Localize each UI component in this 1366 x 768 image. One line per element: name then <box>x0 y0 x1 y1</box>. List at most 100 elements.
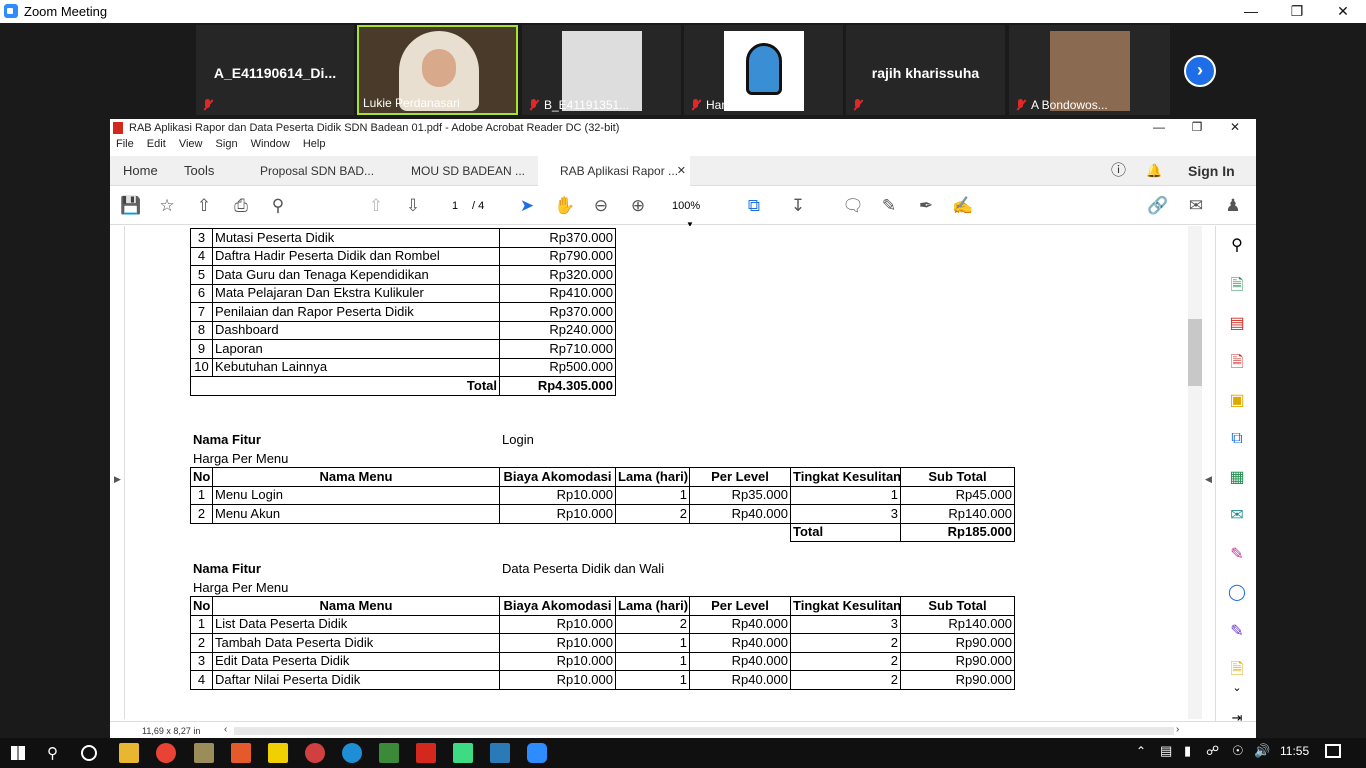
export-pdf-icon[interactable]: 🗎 <box>1227 276 1247 296</box>
upload-icon[interactable]: ⇧ <box>193 195 215 217</box>
horizontal-scrollbar[interactable] <box>234 727 1174 735</box>
sign-in-button[interactable]: Sign In <box>1188 156 1235 186</box>
select-cursor-icon[interactable]: ➤ <box>516 195 538 217</box>
comment-icon[interactable]: 🗨 <box>842 195 864 217</box>
clock[interactable]: 11:55 <box>1280 744 1309 758</box>
empty-cell <box>190 522 791 542</box>
app-icon[interactable] <box>231 743 251 763</box>
plug-icon[interactable]: ☍ <box>1206 743 1219 759</box>
app-icon[interactable] <box>379 743 399 763</box>
wifi-icon[interactable]: ☉ <box>1232 743 1244 759</box>
menu-sign[interactable]: Sign <box>216 138 238 150</box>
send-for-review-icon[interactable]: ✉ <box>1227 506 1247 526</box>
chevron-up-icon[interactable]: ⌃ <box>1136 744 1146 758</box>
scrollbar-thumb[interactable] <box>1188 319 1202 386</box>
sign-icon[interactable]: ✍ <box>952 195 974 217</box>
doc-tab[interactable]: Proposal SDN BAD... <box>238 156 388 186</box>
left-panel-toggle-icon[interactable]: ▶ <box>114 474 121 485</box>
menu-help[interactable]: Help <box>303 138 326 150</box>
acrobat-icon[interactable] <box>416 743 436 763</box>
scroll-mode-icon[interactable]: ↧ <box>787 195 809 217</box>
participant-tile[interactable]: rajih kharissuha <box>846 25 1005 115</box>
search-icon[interactable]: ⚲ <box>47 744 58 762</box>
page-number-input[interactable]: 1 <box>440 197 470 215</box>
notification-icon[interactable] <box>1325 744 1341 758</box>
more-tools-icon[interactable]: 🗎 <box>1227 660 1247 680</box>
zoom-search-icon[interactable]: ⚲ <box>1227 236 1247 256</box>
edit-pdf-icon[interactable]: ▦ <box>1227 468 1247 488</box>
android-studio-icon[interactable] <box>453 743 473 763</box>
zoom-out-icon[interactable]: ⊖ <box>590 195 612 217</box>
menu-window[interactable]: Window <box>251 138 290 150</box>
search-icon[interactable]: ⚲ <box>267 195 289 217</box>
fill-sign-icon[interactable]: ✎ <box>1227 545 1247 565</box>
prev-page-icon[interactable]: ⇧ <box>365 195 387 217</box>
doc-tab[interactable]: MOU SD BADEAN ... <box>389 156 539 186</box>
participant-tile-active[interactable]: Lukie Perdanasari <box>357 25 518 115</box>
close-icon[interactable]: ✕ <box>1216 119 1254 137</box>
participant-tile[interactable]: A_E41190614_Di... <box>196 25 354 115</box>
zoom-level-select[interactable]: 100% ▼ <box>672 197 722 229</box>
app-icon[interactable] <box>194 743 214 763</box>
cell: List Data Peserta Didik <box>212 614 500 634</box>
menu-view[interactable]: View <box>179 138 203 150</box>
chevron-down-icon[interactable]: ⌄ <box>1227 678 1247 698</box>
chrome-icon[interactable] <box>156 743 176 763</box>
next-page-button[interactable]: › <box>1184 55 1216 87</box>
file-explorer-icon[interactable] <box>119 743 139 763</box>
table-row: 1 List Data Peserta Didik Rp10.000 2 Rp40.00… <box>190 614 1015 634</box>
windows-start-icon[interactable] <box>11 746 25 760</box>
minimize-icon[interactable]: — <box>1140 119 1178 137</box>
volume-icon[interactable]: 🔊 <box>1254 743 1270 759</box>
draw-icon[interactable]: ✒ <box>915 195 937 217</box>
next-page-icon[interactable]: ⇩ <box>402 195 424 217</box>
close-icon[interactable]: ✕ <box>1320 0 1366 23</box>
scroll-left-icon[interactable]: ‹ <box>224 724 227 735</box>
comment-tool-icon[interactable]: ▣ <box>1227 391 1247 411</box>
tab-tools[interactable]: Tools <box>184 156 214 186</box>
participant-tile[interactable]: B_E41191351... <box>522 25 681 115</box>
right-panel-toggle-icon[interactable]: ◀ <box>1205 474 1212 485</box>
restore-icon[interactable]: ❐ <box>1274 0 1320 23</box>
scroll-right-icon[interactable]: › <box>1176 724 1179 735</box>
tab-home[interactable]: Home <box>123 156 158 186</box>
close-tab-icon[interactable]: ✕ <box>677 156 686 186</box>
edge-icon[interactable] <box>342 743 362 763</box>
app-icon[interactable] <box>305 743 325 763</box>
menu-edit[interactable]: Edit <box>147 138 166 150</box>
minimize-icon[interactable]: — <box>1228 0 1274 23</box>
menu-file[interactable]: File <box>116 138 134 150</box>
mail-icon[interactable]: ✉ <box>1185 195 1207 217</box>
highlight-icon[interactable]: ✎ <box>878 195 900 217</box>
create-pdf-icon[interactable]: 🗎 <box>1227 353 1247 373</box>
star-icon[interactable]: ☆ <box>156 195 178 217</box>
organize-pages-icon[interactable]: ▤ <box>1227 314 1247 334</box>
help-icon[interactable]: ⓘ <box>1111 156 1126 186</box>
participant-tile[interactable]: A Bondowos... <box>1009 25 1170 115</box>
restore-icon[interactable]: ❐ <box>1178 119 1216 137</box>
app-icon[interactable] <box>490 743 510 763</box>
combine-files-icon[interactable]: ⧉ <box>1227 429 1247 449</box>
battery-icon[interactable]: ▮ <box>1184 743 1191 759</box>
doc-tab-active[interactable]: RAB Aplikasi Rapor ... ✕ <box>538 156 690 186</box>
zoom-in-icon[interactable]: ⊕ <box>627 195 649 217</box>
bell-icon[interactable]: 🔔 <box>1146 156 1162 186</box>
task-view-icon[interactable] <box>81 745 97 761</box>
fit-page-icon[interactable]: ⧉ <box>743 195 765 217</box>
app-icon[interactable] <box>268 743 288 763</box>
link-icon[interactable]: 🔗 <box>1147 195 1169 217</box>
participant-face <box>422 49 456 87</box>
save-icon[interactable]: 💾 <box>120 195 142 217</box>
participant-tile[interactable]: Hanif Satrio ... <box>684 25 843 115</box>
zoom-taskbar-icon[interactable] <box>527 743 547 763</box>
request-signature-icon[interactable]: ✎ <box>1227 622 1247 642</box>
protect-icon[interactable]: ◯ <box>1227 583 1247 603</box>
network-icon[interactable]: ▤ <box>1160 743 1172 759</box>
add-user-icon[interactable]: ♟ <box>1222 195 1244 217</box>
row-no: 4 <box>190 246 213 266</box>
zoom-level-value: 100% <box>672 200 701 212</box>
vertical-scrollbar[interactable] <box>1188 226 1202 719</box>
muted-mic-icon <box>852 99 863 111</box>
print-icon[interactable]: ⎙ <box>230 195 252 217</box>
hand-icon[interactable]: ✋ <box>554 195 576 217</box>
